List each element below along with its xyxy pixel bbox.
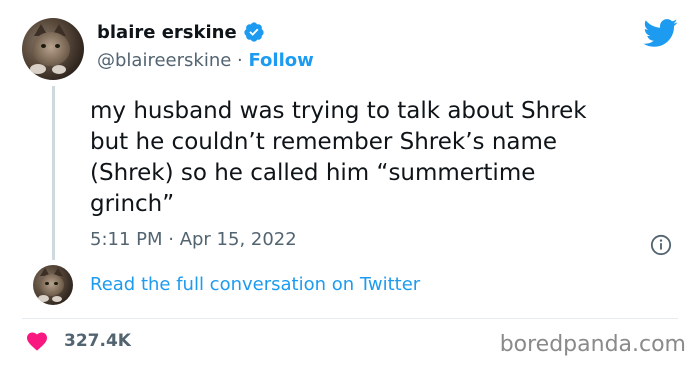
- author-handle-row: @blaireerskine · Follow: [97, 50, 314, 71]
- tweet-text-line: (Shrek) so he called him “summertime: [90, 160, 536, 186]
- avatar-cat-paw: [52, 65, 66, 74]
- tweet-text-line: my husband was trying to talk about Shre…: [90, 98, 587, 124]
- watermark: boredpanda.com: [499, 332, 686, 357]
- avatar-cat-eye: [41, 44, 46, 48]
- like-group[interactable]: 327.4K: [26, 331, 131, 351]
- like-count: 327.4K: [64, 331, 131, 351]
- tweet-text-line: but he couldn’t remember Shrek’s name: [90, 129, 558, 155]
- separator-dot: ·: [231, 50, 249, 71]
- tweet-text: my husband was trying to talk about Shre…: [90, 96, 670, 220]
- avatar-cat-eye: [55, 44, 60, 48]
- conversation-avatar[interactable]: [33, 265, 73, 305]
- author-name-row: blaire erskine: [97, 21, 265, 43]
- author-handle[interactable]: @blaireerskine: [97, 50, 231, 71]
- avatar-cat-paw: [52, 296, 62, 302]
- twitter-bird-icon[interactable]: [642, 18, 678, 48]
- avatar-cat-face: [32, 32, 70, 66]
- follow-button[interactable]: Follow: [248, 50, 313, 71]
- info-icon[interactable]: [650, 234, 672, 256]
- read-conversation-link[interactable]: Read the full conversation on Twitter: [90, 274, 420, 295]
- avatar-cat-paw: [30, 64, 46, 74]
- avatar-cat-eye: [54, 282, 58, 285]
- author-avatar[interactable]: [22, 18, 84, 80]
- thread-line: [52, 86, 55, 260]
- avatar-cat-eye: [45, 282, 49, 285]
- tweet-timestamp[interactable]: 5:11 PM · Apr 15, 2022: [90, 229, 297, 250]
- divider: [22, 318, 678, 319]
- avatar-cat-paw: [38, 295, 49, 302]
- verified-badge-icon: [244, 22, 264, 42]
- author-display-name[interactable]: blaire erskine: [97, 22, 237, 43]
- avatar-cat-face: [39, 274, 64, 296]
- heart-icon[interactable]: [26, 331, 48, 351]
- tweet-text-line: grinch”: [90, 191, 175, 217]
